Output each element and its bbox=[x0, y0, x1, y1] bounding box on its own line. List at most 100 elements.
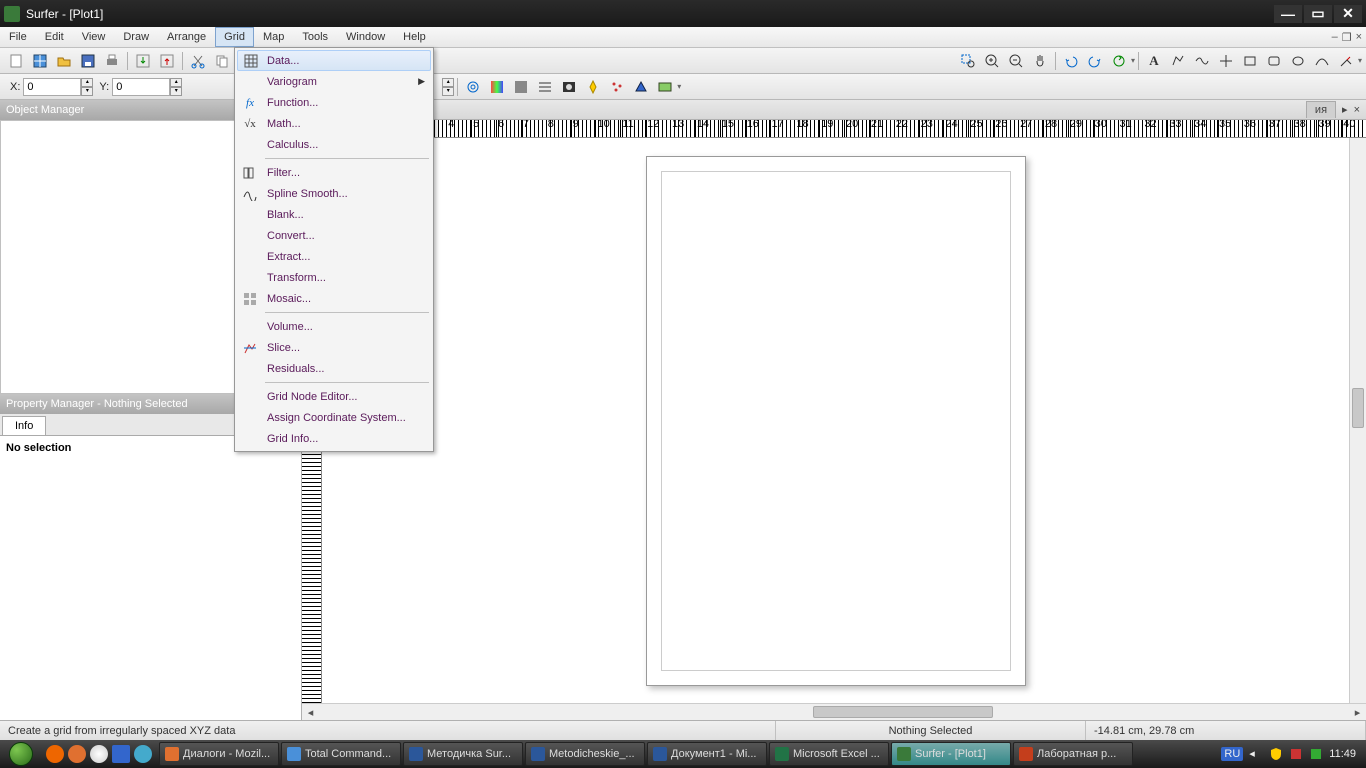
menu-view[interactable]: View bbox=[73, 27, 115, 47]
rectangle-tool[interactable] bbox=[1239, 50, 1261, 72]
x-spin-down[interactable]: ▾ bbox=[81, 87, 93, 96]
menu-item-extract[interactable]: Extract... bbox=[237, 246, 431, 267]
quicklaunch-save-icon[interactable] bbox=[112, 745, 130, 763]
map-base-button[interactable] bbox=[654, 76, 676, 98]
plot-canvas[interactable] bbox=[322, 138, 1349, 703]
mdi-restore-icon[interactable]: ❐ bbox=[1342, 31, 1352, 44]
ellipse-tool[interactable] bbox=[1287, 50, 1309, 72]
new-worksheet-button[interactable] bbox=[29, 50, 51, 72]
horizontal-scrollbar[interactable]: ◂ ▸ bbox=[302, 703, 1366, 720]
menu-item-grid-node-editor[interactable]: Grid Node Editor... bbox=[237, 386, 431, 407]
doc-tab-label[interactable]: ия bbox=[1306, 101, 1336, 118]
menu-item-slice[interactable]: Slice... bbox=[237, 337, 431, 358]
quicklaunch-ie-icon[interactable] bbox=[134, 745, 152, 763]
taskbar-item[interactable]: Microsoft Excel ... bbox=[769, 742, 889, 766]
taskbar-item[interactable]: Диалоги - Mozil... bbox=[159, 742, 279, 766]
y-spin-up[interactable]: ▴ bbox=[170, 78, 182, 87]
x-spin-up[interactable]: ▴ bbox=[81, 78, 93, 87]
start-button[interactable] bbox=[2, 740, 40, 768]
scroll-left-icon[interactable]: ◂ bbox=[302, 704, 319, 721]
menu-item-filter[interactable]: Filter... bbox=[237, 162, 431, 183]
quicklaunch-firefox-icon[interactable] bbox=[68, 745, 86, 763]
menu-help[interactable]: Help bbox=[394, 27, 435, 47]
maximize-button[interactable]: ▭ bbox=[1304, 5, 1332, 23]
export-button[interactable] bbox=[156, 50, 178, 72]
spline-tool[interactable] bbox=[1311, 50, 1333, 72]
menu-item-calculus[interactable]: Calculus... bbox=[237, 134, 431, 155]
menu-item-math[interactable]: √xMath... bbox=[237, 113, 431, 134]
menu-map[interactable]: Map bbox=[254, 27, 293, 47]
taskbar-item[interactable]: Surfer - [Plot1] bbox=[891, 742, 1011, 766]
tray-flag-icon[interactable] bbox=[1289, 747, 1303, 761]
new-button[interactable] bbox=[5, 50, 27, 72]
mdi-minimize-icon[interactable]: – bbox=[1332, 31, 1338, 43]
w-spin-up[interactable]: ▴ bbox=[442, 78, 454, 87]
quicklaunch-player-icon[interactable] bbox=[46, 745, 64, 763]
polyline-tool[interactable] bbox=[1191, 50, 1213, 72]
menu-item-grid-info[interactable]: Grid Info... bbox=[237, 428, 431, 449]
menu-window[interactable]: Window bbox=[337, 27, 394, 47]
import-button[interactable] bbox=[132, 50, 154, 72]
vertical-scrollbar[interactable] bbox=[1349, 138, 1366, 703]
print-button[interactable] bbox=[101, 50, 123, 72]
mdi-close-icon[interactable]: × bbox=[1356, 31, 1362, 43]
map-image-button[interactable] bbox=[486, 76, 508, 98]
redo-button[interactable] bbox=[1084, 50, 1106, 72]
point-tool[interactable] bbox=[1215, 50, 1237, 72]
save-button[interactable] bbox=[77, 50, 99, 72]
menu-item-mosaic[interactable]: Mosaic... bbox=[237, 288, 431, 309]
undo-button[interactable] bbox=[1060, 50, 1082, 72]
minimize-button[interactable]: — bbox=[1274, 5, 1302, 23]
menu-tools[interactable]: Tools bbox=[293, 27, 337, 47]
map-post-button[interactable] bbox=[606, 76, 628, 98]
menu-item-assign-coordinate-system[interactable]: Assign Coordinate System... bbox=[237, 407, 431, 428]
refresh-button[interactable] bbox=[1108, 50, 1130, 72]
menu-draw[interactable]: Draw bbox=[114, 27, 158, 47]
text-tool[interactable]: A bbox=[1143, 50, 1165, 72]
menu-item-residuals[interactable]: Residuals... bbox=[237, 358, 431, 379]
clock[interactable]: 11:49 bbox=[1329, 748, 1356, 760]
taskbar-item[interactable]: Metodicheskie_... bbox=[525, 742, 645, 766]
tray-arrow-icon[interactable]: ◂ bbox=[1249, 747, 1263, 761]
menu-item-volume[interactable]: Volume... bbox=[237, 316, 431, 337]
lang-indicator[interactable]: RU bbox=[1221, 747, 1243, 761]
pan-button[interactable] bbox=[1029, 50, 1051, 72]
taskbar-item[interactable]: Total Command... bbox=[281, 742, 401, 766]
tray-av-icon[interactable] bbox=[1309, 747, 1323, 761]
y-input[interactable] bbox=[112, 78, 170, 96]
menu-arrange[interactable]: Arrange bbox=[158, 27, 215, 47]
taskbar-item[interactable]: Лаборатная р... bbox=[1013, 742, 1133, 766]
y-spin-down[interactable]: ▾ bbox=[170, 87, 182, 96]
map-contour-button[interactable] bbox=[462, 76, 484, 98]
close-button[interactable]: ✕ bbox=[1334, 5, 1362, 23]
map-shaded-button[interactable] bbox=[510, 76, 532, 98]
taskbar-item[interactable]: Методичка Sur... bbox=[403, 742, 523, 766]
cut-button[interactable] bbox=[187, 50, 209, 72]
menu-item-function[interactable]: fxFunction... bbox=[237, 92, 431, 113]
map-classed-post-button[interactable] bbox=[630, 76, 652, 98]
zoom-select-button[interactable] bbox=[957, 50, 979, 72]
taskbar-item[interactable]: Документ1 - Mi... bbox=[647, 742, 767, 766]
rounded-rect-tool[interactable] bbox=[1263, 50, 1285, 72]
tray-shield-icon[interactable] bbox=[1269, 747, 1283, 761]
doc-tab-close-icon[interactable]: × bbox=[1354, 104, 1360, 116]
polygon-tool[interactable] bbox=[1167, 50, 1189, 72]
menu-grid[interactable]: Grid bbox=[215, 27, 254, 47]
quicklaunch-chrome-icon[interactable] bbox=[90, 745, 108, 763]
menu-edit[interactable]: Edit bbox=[36, 27, 73, 47]
menu-item-spline-smooth[interactable]: Spline Smooth... bbox=[237, 183, 431, 204]
doc-tab-scroll-icon[interactable]: ▸ bbox=[1342, 103, 1348, 116]
copy-button[interactable] bbox=[211, 50, 233, 72]
zoom-out-button[interactable] bbox=[1005, 50, 1027, 72]
w-spin-down[interactable]: ▾ bbox=[442, 87, 454, 96]
menu-file[interactable]: File bbox=[0, 27, 36, 47]
menu-item-blank[interactable]: Blank... bbox=[237, 204, 431, 225]
menu-item-data[interactable]: Data... bbox=[237, 50, 431, 71]
menu-item-transform[interactable]: Transform... bbox=[237, 267, 431, 288]
tab-info[interactable]: Info bbox=[2, 416, 46, 435]
map-wireframe-button[interactable] bbox=[558, 76, 580, 98]
reshape-tool[interactable] bbox=[1335, 50, 1357, 72]
scroll-right-icon[interactable]: ▸ bbox=[1349, 704, 1366, 721]
menu-item-convert[interactable]: Convert... bbox=[237, 225, 431, 246]
map-surface-button[interactable] bbox=[582, 76, 604, 98]
